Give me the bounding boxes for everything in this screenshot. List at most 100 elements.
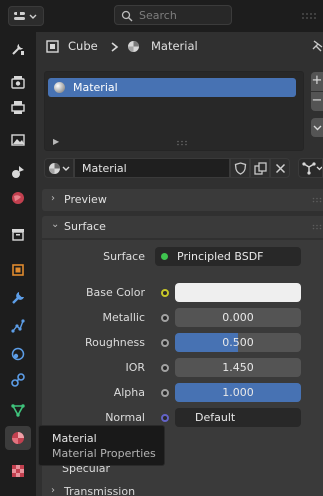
property-row: Metallic 0.000 [42, 308, 323, 328]
property-label: Metallic [102, 311, 145, 324]
resize-grip-icon[interactable] [176, 140, 188, 146]
add-slot-button[interactable]: + [311, 72, 323, 91]
view-layer-icon [11, 134, 25, 146]
physics-icon [11, 347, 25, 361]
socket-icon[interactable] [161, 414, 169, 422]
property-label: Normal [105, 411, 145, 424]
tab-physics[interactable] [5, 342, 31, 366]
slot-buttons: + − [311, 72, 323, 138]
collection-icon [12, 229, 24, 241]
object-icon [46, 40, 59, 53]
unlink-material-button[interactable] [270, 158, 290, 178]
drag-grip-icon[interactable] [312, 197, 322, 203]
socket-icon[interactable] [161, 364, 169, 372]
tooltip-title: Material [52, 432, 97, 445]
material-browse-icon [49, 163, 70, 174]
material-icon [12, 432, 24, 444]
tool-icon [12, 44, 24, 55]
drag-grip-icon[interactable] [312, 224, 322, 230]
property-value: 1.000 [222, 386, 254, 399]
duplicate-icon [254, 162, 267, 175]
tab-render[interactable] [5, 70, 31, 94]
surface-panel-title: Surface [64, 220, 106, 233]
output-icon [11, 101, 25, 114]
header-grip-icon[interactable] [300, 12, 320, 20]
duplicate-material-button[interactable] [250, 158, 270, 178]
browse-material-button[interactable] [44, 158, 74, 178]
material-slot-item[interactable]: Material [48, 78, 296, 97]
tooltip-description: Material Properties [52, 447, 156, 460]
tab-tool[interactable] [5, 37, 31, 61]
render-icon [11, 76, 25, 89]
material-slot-name: Material [73, 81, 118, 94]
tab-object[interactable] [5, 258, 31, 282]
value-slider[interactable]: 0.000 [175, 308, 301, 327]
specials-menu-button[interactable] [311, 118, 323, 137]
chevron-right-icon: › [51, 485, 55, 496]
property-label: Alpha [113, 386, 145, 399]
tab-collection[interactable] [5, 222, 31, 246]
search-icon [121, 10, 133, 22]
editor-type-button[interactable] [8, 6, 44, 26]
wrench-icon [12, 292, 24, 304]
shield-icon [234, 162, 247, 175]
breadcrumb-object: Cube [68, 39, 98, 53]
tab-output[interactable] [5, 95, 31, 119]
fake-user-button[interactable] [230, 158, 250, 178]
property-value: Default [195, 411, 236, 424]
world-icon [12, 192, 24, 204]
object-icon [12, 264, 24, 276]
socket-icon[interactable] [161, 289, 169, 297]
tab-material[interactable] [5, 426, 31, 450]
properties-tabs [0, 32, 34, 496]
tab-texture[interactable] [5, 459, 31, 483]
material-icon [128, 41, 139, 52]
material-preview-icon [54, 82, 65, 93]
property-row: Base Color [42, 283, 323, 303]
surface-panel-header[interactable]: ⌄ Surface [42, 216, 323, 238]
node-link-button[interactable] [298, 158, 323, 178]
chevron-down-icon: ⌄ [51, 219, 60, 230]
base-color-swatch[interactable] [175, 283, 301, 302]
pin-icon[interactable] [311, 40, 323, 54]
value-slider[interactable]: 0.500 [175, 333, 301, 352]
socket-icon[interactable] [161, 339, 169, 347]
preview-panel-header[interactable]: › Preview [42, 189, 323, 211]
value-slider[interactable]: 1.450 [175, 358, 301, 377]
surface-shader-name: Principled BSDF [177, 250, 264, 263]
constraint-icon [11, 373, 25, 387]
socket-icon[interactable] [161, 314, 169, 322]
property-label: IOR [125, 361, 145, 374]
property-value: 0.000 [222, 311, 254, 324]
preview-panel-title: Preview [64, 193, 107, 206]
tab-data[interactable] [5, 398, 31, 422]
material-name-field[interactable]: Material [74, 158, 230, 178]
remove-slot-button[interactable]: − [311, 92, 323, 111]
surface-shader-row: Surface Principled BSDF [42, 247, 323, 267]
normal-input-field[interactable]: Default [175, 408, 301, 427]
tooltip: Material Material Properties [38, 425, 165, 466]
value-slider[interactable]: 1.000 [175, 383, 301, 402]
surface-label: Surface [103, 250, 145, 263]
list-filter-toggle[interactable]: ▶ [53, 137, 59, 146]
properties-editor-icon [14, 12, 37, 20]
transmission-panel-title[interactable]: Transmission [64, 485, 135, 496]
tab-world[interactable] [5, 186, 31, 210]
tab-modifier[interactable] [5, 286, 31, 310]
particles-icon [11, 319, 25, 333]
material-name: Material [82, 162, 127, 175]
tab-particles[interactable] [5, 314, 31, 338]
surface-shader-selector[interactable]: Principled BSDF [155, 247, 301, 266]
tab-view-layer[interactable] [5, 128, 31, 152]
breadcrumb: Cube Material [44, 36, 306, 58]
socket-icon[interactable] [161, 389, 169, 397]
search-input[interactable] [139, 7, 229, 23]
tab-scene[interactable] [5, 160, 31, 184]
tab-constraint[interactable] [5, 368, 31, 392]
node-tree-icon [302, 162, 322, 175]
search-field[interactable] [114, 5, 232, 25]
close-icon [275, 163, 286, 174]
property-row: Alpha 1.000 [42, 383, 323, 403]
property-row: IOR 1.450 [42, 358, 323, 378]
property-label: Base Color [85, 286, 145, 299]
